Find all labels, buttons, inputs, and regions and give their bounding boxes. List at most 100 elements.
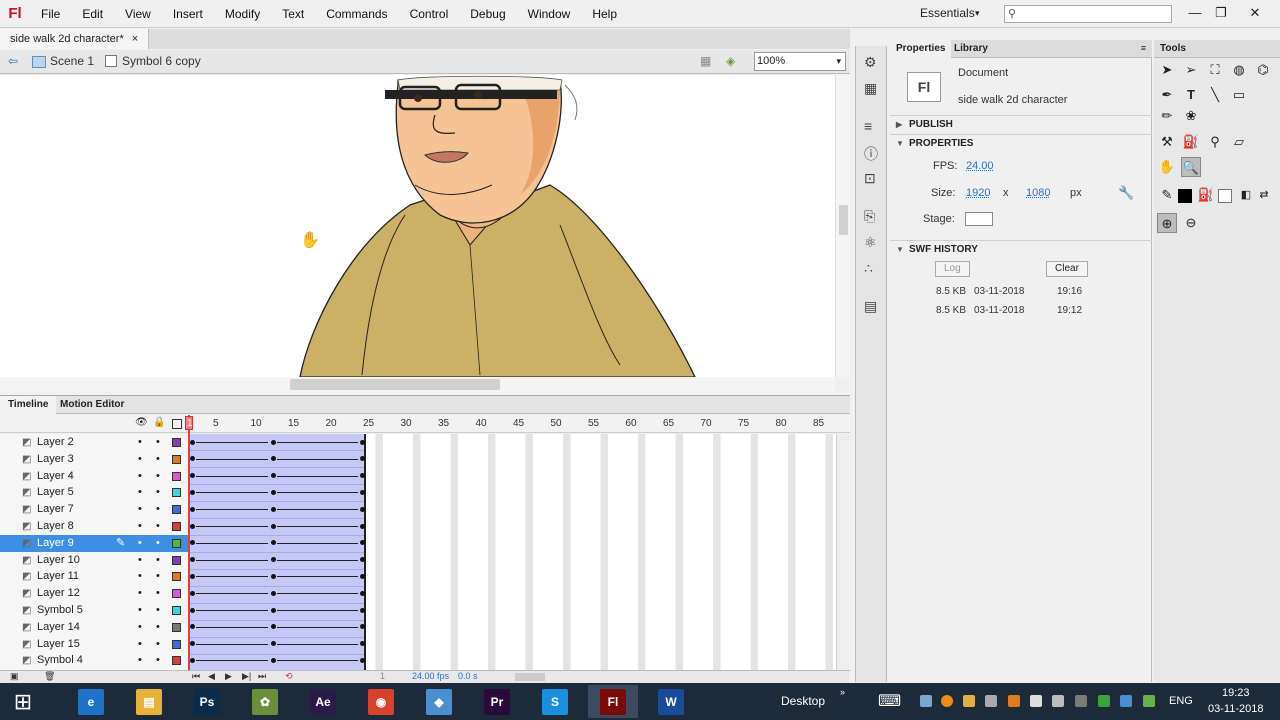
visibility-dot[interactable]: •: [138, 468, 142, 485]
layer-name[interactable]: Layer 11: [37, 568, 79, 585]
menu-insert[interactable]: Insert: [162, 0, 214, 28]
panel-menu-icon[interactable]: ≡: [1141, 43, 1146, 53]
keyframe-dot[interactable]: [190, 607, 195, 613]
frame-number[interactable]: 30: [401, 418, 412, 429]
keyframe-dot[interactable]: [360, 506, 365, 512]
subselection-tool-icon[interactable]: ➢: [1181, 60, 1201, 80]
timeline-vertical-scrollbar[interactable]: [836, 434, 850, 670]
menu-file[interactable]: File: [30, 0, 71, 28]
outline-color-swatch[interactable]: [172, 488, 181, 498]
minimize-button[interactable]: —: [1182, 2, 1208, 24]
new-layer-icon[interactable]: ▣: [10, 671, 19, 682]
hand-tool-icon[interactable]: ✋: [1157, 157, 1177, 177]
layer-row[interactable]: ◩ Layer 14 • •: [0, 619, 188, 636]
layer-row[interactable]: ◩ Layer 10 • •: [0, 552, 188, 569]
3d-rotation-tool-icon[interactable]: ◍: [1229, 60, 1249, 80]
frame-number[interactable]: 45: [513, 418, 524, 429]
edit-symbols-icon[interactable]: ◈: [726, 54, 735, 68]
stroke-color-swatch[interactable]: [1178, 189, 1192, 203]
keyframe-dot[interactable]: [190, 657, 195, 663]
layer-row[interactable]: ◩ Layer 5 • •: [0, 484, 188, 501]
layer-name[interactable]: Layer 9: [37, 535, 74, 552]
tray-icon-9[interactable]: [1098, 695, 1110, 707]
layer-name[interactable]: Layer 4: [37, 468, 74, 485]
history-icon[interactable]: ▤: [864, 298, 877, 315]
motion-presets-icon[interactable]: ∴: [864, 260, 873, 277]
tab-close-icon[interactable]: ×: [132, 29, 138, 49]
go-to-first-frame-icon[interactable]: ⏮: [192, 671, 200, 682]
selection-tool-icon[interactable]: ➤: [1157, 60, 1177, 80]
lock-dot[interactable]: •: [156, 652, 160, 669]
outline-color-swatch[interactable]: [172, 538, 181, 548]
scroll-thumb[interactable]: [839, 205, 848, 235]
lock-icon[interactable]: 🔒: [153, 417, 165, 428]
clear-button[interactable]: Clear: [1046, 261, 1088, 277]
wrench-icon[interactable]: 🔧: [1118, 185, 1134, 201]
layer-row[interactable]: ◩ Layer 2 • •: [0, 434, 188, 451]
black-white-icon[interactable]: ◧: [1236, 185, 1256, 205]
frame-number[interactable]: 55: [588, 418, 599, 429]
back-arrow-icon[interactable]: ⇦: [8, 54, 18, 68]
frame-number[interactable]: 15: [288, 418, 299, 429]
outline-color-swatch[interactable]: [172, 438, 181, 447]
visibility-dot[interactable]: •: [138, 501, 142, 518]
text-tool-icon[interactable]: T: [1181, 85, 1201, 105]
taskbar-app-paint[interactable]: ✿: [240, 685, 290, 718]
layer-name[interactable]: Layer 7: [37, 501, 74, 518]
keyframe-dot[interactable]: [360, 523, 365, 529]
tab-timeline[interactable]: Timeline: [0, 396, 57, 414]
scroll-thumb[interactable]: [290, 379, 500, 390]
log-button[interactable]: Log: [935, 261, 970, 277]
deco-tool-icon[interactable]: ❀: [1181, 106, 1201, 126]
visibility-dot[interactable]: •: [138, 568, 142, 585]
taskbar-app-photoshop[interactable]: Ps: [182, 685, 232, 718]
lock-dot[interactable]: •: [156, 636, 160, 653]
taskbar-app-tool[interactable]: ◆: [414, 685, 464, 718]
close-button[interactable]: ✕: [1242, 2, 1268, 24]
layer-row[interactable]: ◩ Layer 4 • •: [0, 468, 188, 485]
keyframe-dot[interactable]: [271, 439, 276, 445]
color-icon[interactable]: ▦: [864, 80, 877, 97]
breadcrumb-symbol[interactable]: Symbol 6 copy: [122, 54, 201, 68]
visibility-dot[interactable]: •: [138, 518, 142, 535]
keyframe-dot[interactable]: [190, 573, 195, 579]
visibility-dot[interactable]: •: [138, 636, 142, 653]
taskbar-app-chrome[interactable]: ◉: [356, 685, 406, 718]
layer-row[interactable]: ◩ Symbol 4 • •: [0, 652, 188, 669]
outline-color-swatch[interactable]: [172, 572, 181, 582]
tab-library[interactable]: Library: [948, 40, 994, 58]
taskbar-app-explorer[interactable]: ▤: [124, 685, 174, 718]
frame-number[interactable]: 75: [738, 418, 749, 429]
stage-vertical-scrollbar[interactable]: [835, 75, 850, 377]
tray-icon-1[interactable]: [920, 695, 932, 707]
layer-name[interactable]: Symbol 5: [37, 602, 83, 619]
language-indicator[interactable]: ENG: [1169, 695, 1193, 707]
taskbar-app-premiere[interactable]: Pr: [472, 685, 522, 718]
fill-color-swatch[interactable]: [1218, 189, 1232, 203]
components-icon[interactable]: ⚛: [864, 234, 877, 251]
taskbar-app-skype[interactable]: S: [530, 685, 580, 718]
swf-history-section[interactable]: ▼ SWF HISTORY: [890, 240, 1152, 258]
restore-button[interactable]: ❐: [1208, 2, 1234, 24]
layer-row[interactable]: ◩ Layer 7 • •: [0, 501, 188, 518]
layer-name[interactable]: Layer 5: [37, 484, 74, 501]
step-back-icon[interactable]: ◀: [208, 671, 215, 682]
lock-dot[interactable]: •: [156, 451, 160, 468]
menu-commands[interactable]: Commands: [315, 0, 398, 28]
width-value[interactable]: 1920: [966, 187, 990, 199]
keyframe-dot[interactable]: [271, 590, 276, 596]
frame-number[interactable]: 25: [363, 418, 374, 429]
frame-grid[interactable]: [188, 434, 836, 670]
taskbar-app-flash[interactable]: Fl: [588, 685, 638, 718]
zoom-in-icon[interactable]: ⊕: [1157, 213, 1177, 233]
lock-dot[interactable]: •: [156, 518, 160, 535]
tray-icon-7[interactable]: [1052, 695, 1064, 707]
tray-icon-11[interactable]: [1143, 695, 1155, 707]
help-search-input[interactable]: ⚲: [1004, 5, 1172, 23]
frame-number[interactable]: 20: [326, 418, 337, 429]
desktop-toolbar[interactable]: Desktop: [781, 694, 825, 708]
info-icon[interactable]: ⓘ: [864, 144, 878, 164]
layer-name[interactable]: Symbol 4: [37, 652, 83, 669]
visibility-dot[interactable]: •: [138, 535, 142, 552]
keyframe-dot[interactable]: [190, 506, 195, 512]
